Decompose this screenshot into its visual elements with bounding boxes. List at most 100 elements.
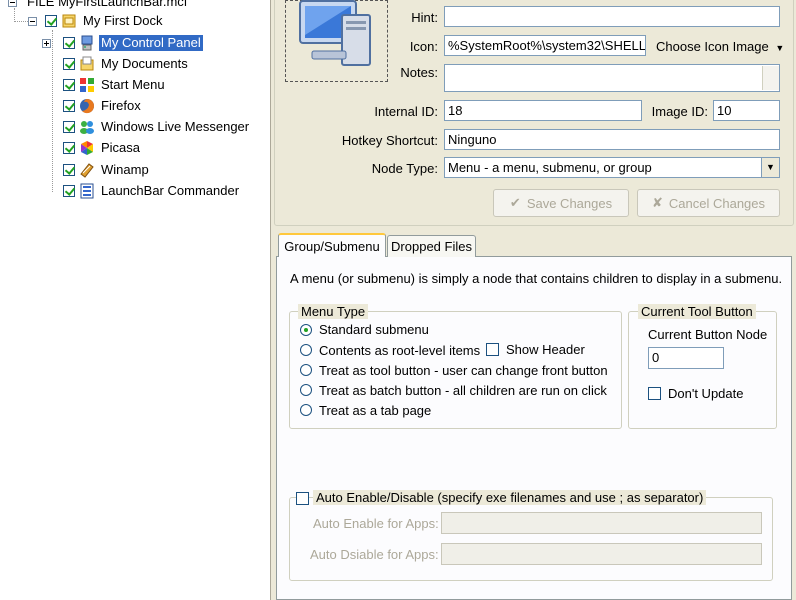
dont-update-label: Don't Update <box>668 386 744 401</box>
radio-label: Standard submenu <box>319 322 429 337</box>
current-node-label: Current Button Node <box>648 327 768 342</box>
auto-enable-apps-input[interactable] <box>441 512 762 534</box>
control-panel-icon <box>81 35 93 51</box>
tree-dock-label: My First Dock <box>83 13 163 28</box>
expand-icon[interactable] <box>42 38 51 48</box>
documents-icon <box>80 56 94 71</box>
tree-item-label: My Control Panel <box>99 35 203 51</box>
choose-icon-button[interactable]: Choose Icon Image ▼ <box>656 39 784 54</box>
tree-item-label: Firefox <box>101 98 141 113</box>
tree-connector <box>52 30 53 192</box>
tree-item-launchbar-commander[interactable]: LaunchBar Commander <box>63 181 241 201</box>
item-checkbox[interactable] <box>63 185 75 197</box>
group-description: A menu (or submenu) is simply a node tha… <box>290 271 783 286</box>
tree-item-label: Windows Live Messenger <box>101 119 250 134</box>
node-type-label: Node Type: <box>371 161 438 176</box>
radio-root-level-items[interactable] <box>300 344 312 356</box>
tree-dock-row[interactable]: My First Dock <box>28 11 164 31</box>
tree-item-label: Start Menu <box>101 77 165 92</box>
hotkey-input[interactable]: Ninguno <box>444 129 780 150</box>
item-checkbox[interactable] <box>63 100 75 112</box>
tab-label: Group/Submenu <box>284 238 380 254</box>
show-header-label: Show Header <box>506 342 585 357</box>
image-id-input[interactable]: 10 <box>713 100 780 121</box>
messenger-icon <box>80 121 94 134</box>
dropdown-arrow-icon[interactable]: ▼ <box>761 158 779 177</box>
auto-enable-groupbox <box>289 497 773 581</box>
dropdown-arrow-icon: ▼ <box>775 43 785 53</box>
launchbar-icon <box>80 183 94 199</box>
start-menu-icon <box>80 78 94 92</box>
icon-path-input[interactable]: %SystemRoot%\system32\SHELL: <box>444 35 646 56</box>
dock-checkbox[interactable] <box>45 15 57 27</box>
hint-input[interactable] <box>444 6 780 27</box>
notes-input[interactable] <box>444 64 780 92</box>
notes-label: Notes: <box>400 65 438 80</box>
auto-enable-title: Auto Enable/Disable (specify exe filenam… <box>313 490 707 505</box>
radio-tool-button[interactable] <box>300 364 312 376</box>
dont-update-checkbox[interactable] <box>648 387 661 400</box>
tab-group-submenu[interactable]: Group/Submenu <box>278 233 386 257</box>
current-tool-title: Current Tool Button <box>638 304 756 319</box>
node-type-select[interactable]: Menu - a menu, submenu, or group ▼ <box>444 157 780 178</box>
hotkey-label: Hotkey Shortcut: <box>341 133 438 148</box>
collapse-icon[interactable] <box>8 0 17 7</box>
cancel-changes-button[interactable]: ✘ Cancel Changes <box>637 189 780 217</box>
tree-item-label: LaunchBar Commander <box>101 183 240 198</box>
icon-preview[interactable] <box>285 0 388 82</box>
item-checkbox[interactable] <box>63 142 75 154</box>
winamp-icon <box>80 163 94 178</box>
radio-label: Treat as batch button - all children are… <box>319 383 607 398</box>
save-changes-label: Save Changes <box>526 195 613 211</box>
tree-item-label: My Documents <box>101 56 188 71</box>
tree-item-my-control-panel[interactable]: My Control Panel <box>42 33 203 53</box>
computer-icon <box>299 0 371 66</box>
radio-label: Contents as root-level items <box>319 343 481 358</box>
picasa-icon <box>81 141 93 155</box>
hint-label: Hint: <box>411 10 438 25</box>
tree-item-label: Picasa <box>101 140 141 155</box>
notes-scrollbar[interactable] <box>762 66 779 90</box>
tree-item-messenger[interactable]: Windows Live Messenger <box>63 117 251 137</box>
auto-disable-apps-label: Auto Dsiable for Apps: <box>310 547 439 562</box>
node-tree[interactable]: FILE MyFirstLaunchBar.mcf My First Dock … <box>0 0 270 600</box>
firefox-icon <box>80 99 95 114</box>
tab-label: Dropped Files <box>391 239 472 254</box>
menu-type-title: Menu Type <box>298 304 369 319</box>
checkmark-icon: ✔ <box>509 195 521 210</box>
dock-icon <box>62 14 76 28</box>
image-id-label: Image ID: <box>651 104 708 119</box>
tree-item-start-menu[interactable]: Start Menu <box>63 75 167 95</box>
tree-item-firefox[interactable]: Firefox <box>63 96 143 116</box>
radio-batch-button[interactable] <box>300 384 312 396</box>
collapse-icon[interactable] <box>28 16 37 26</box>
auto-enable-apps-label: Auto Enable for Apps: <box>313 516 439 531</box>
item-checkbox[interactable] <box>63 121 75 133</box>
radio-label: Treat as tool button - user can change f… <box>319 363 608 378</box>
node-type-value: Menu - a menu, submenu, or group <box>448 160 652 175</box>
tree-root-label: FILE MyFirstLaunchBar.mcf <box>27 0 188 9</box>
tree-item-label: Winamp <box>101 162 149 177</box>
tab-dropped-files[interactable]: Dropped Files <box>387 235 476 257</box>
item-checkbox[interactable] <box>63 37 75 49</box>
radio-label: Treat as a tab page <box>319 403 432 418</box>
tree-item-my-documents[interactable]: My Documents <box>63 54 190 74</box>
tree-item-picasa[interactable]: Picasa <box>63 138 142 158</box>
radio-tab-page[interactable] <box>300 404 312 416</box>
radio-standard-submenu[interactable] <box>300 324 312 336</box>
cancel-changes-label: Cancel Changes <box>668 195 766 211</box>
save-changes-button[interactable]: ✔ Save Changes <box>493 189 629 217</box>
item-checkbox[interactable] <box>63 164 75 176</box>
current-node-input[interactable]: 0 <box>648 347 724 369</box>
internal-id-label: Internal ID: <box>374 104 438 119</box>
auto-disable-apps-input[interactable] <box>441 543 762 565</box>
auto-enable-checkbox[interactable] <box>296 492 309 505</box>
internal-id-input[interactable]: 18 <box>444 100 642 121</box>
tree-item-winamp[interactable]: Winamp <box>63 160 151 180</box>
choose-icon-label: Choose Icon Image <box>656 39 769 54</box>
item-checkbox[interactable] <box>63 58 75 70</box>
item-checkbox[interactable] <box>63 79 75 91</box>
cancel-x-icon: ✘ <box>651 195 663 210</box>
icon-label: Icon: <box>409 39 438 54</box>
show-header-checkbox[interactable] <box>486 343 499 356</box>
